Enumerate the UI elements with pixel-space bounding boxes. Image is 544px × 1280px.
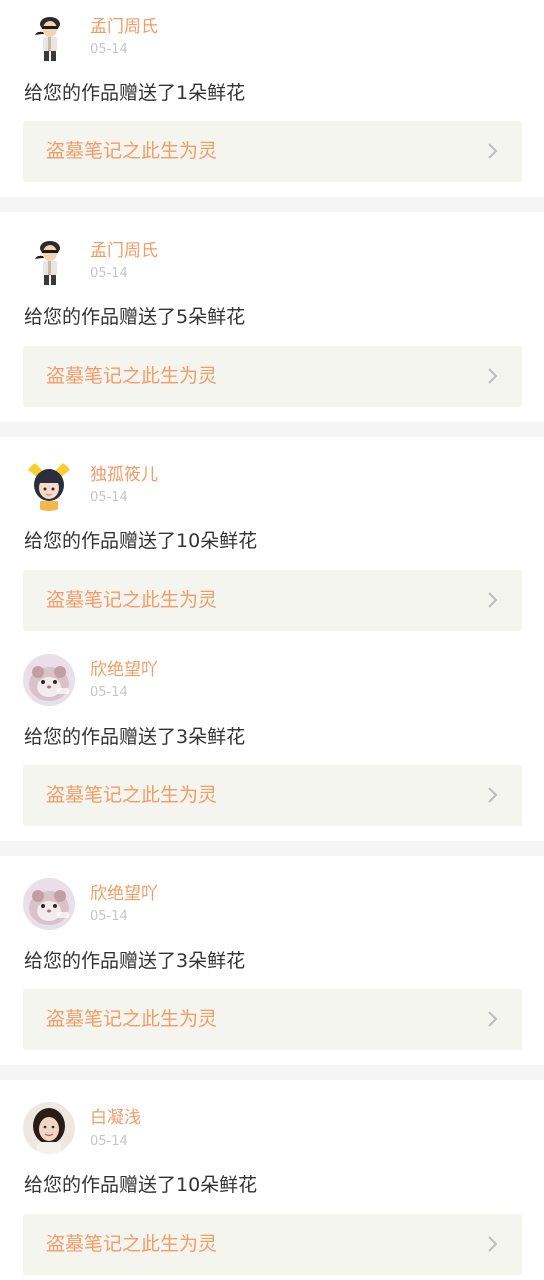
username[interactable]: 欣绝望吖 xyxy=(90,660,158,680)
chevron-right-icon xyxy=(488,1236,498,1252)
notification-item: 白凝浅 05-14 给您的作品赠送了10朵鲜花 盗墓笔记之此生为灵 xyxy=(0,1080,544,1280)
date: 05-14 xyxy=(90,490,128,505)
date: 05-14 xyxy=(90,1134,128,1149)
date: 05-14 xyxy=(90,685,128,700)
username[interactable]: 孟门周氏 xyxy=(90,241,158,261)
notification-item: 欣绝望吖 05-14 给您的作品赠送了3朵鲜花 盗墓笔记之此生为灵 xyxy=(0,856,544,1065)
avatar[interactable] xyxy=(23,235,75,287)
work-title: 盗墓笔记之此生为灵 xyxy=(46,1008,218,1030)
notification-feed: 孟门周氏 05-14 给您的作品赠送了1朵鲜花 盗墓笔记之此生为灵 孟门周氏 0… xyxy=(0,0,544,1280)
username[interactable]: 欣绝望吖 xyxy=(90,884,158,904)
date: 05-14 xyxy=(90,909,128,924)
notification-item: 孟门周氏 05-14 给您的作品赠送了5朵鲜花 盗墓笔记之此生为灵 xyxy=(0,212,544,422)
work-link-card[interactable]: 盗墓笔记之此生为灵 xyxy=(23,121,522,182)
date: 05-14 xyxy=(90,42,128,57)
cartoon-man-avatar-icon xyxy=(23,11,75,63)
avatar[interactable] xyxy=(23,11,75,63)
notification-item: 孟门周氏 05-14 给您的作品赠送了1朵鲜花 盗墓笔记之此生为灵 xyxy=(0,0,544,197)
avatar[interactable] xyxy=(23,459,75,511)
username[interactable]: 孟门周氏 xyxy=(90,17,158,37)
gift-message: 给您的作品赠送了10朵鲜花 xyxy=(24,1174,258,1196)
cartoon-girl-avatar-icon xyxy=(23,459,75,511)
work-title: 盗墓笔记之此生为灵 xyxy=(46,1233,218,1255)
work-link-card[interactable]: 盗墓笔记之此生为灵 xyxy=(23,765,522,826)
gift-message: 给您的作品赠送了10朵鲜花 xyxy=(24,530,258,552)
hamster-avatar-icon xyxy=(23,878,75,930)
work-link-card[interactable]: 盗墓笔记之此生为灵 xyxy=(23,1214,522,1275)
avatar[interactable] xyxy=(23,1102,75,1154)
work-link-card[interactable]: 盗墓笔记之此生为灵 xyxy=(23,346,522,407)
work-title: 盗墓笔记之此生为灵 xyxy=(46,589,218,611)
work-link-card[interactable]: 盗墓笔记之此生为灵 xyxy=(23,570,522,631)
woman-photo-avatar-icon xyxy=(23,1102,75,1154)
avatar[interactable] xyxy=(23,654,75,706)
notification-item: 欣绝望吖 05-14 给您的作品赠送了3朵鲜花 盗墓笔记之此生为灵 xyxy=(0,641,544,841)
chevron-right-icon xyxy=(488,368,498,384)
work-title: 盗墓笔记之此生为灵 xyxy=(46,140,218,162)
chevron-right-icon xyxy=(488,592,498,608)
username[interactable]: 白凝浅 xyxy=(90,1108,141,1128)
chevron-right-icon xyxy=(488,787,498,803)
gift-message: 给您的作品赠送了3朵鲜花 xyxy=(24,950,246,972)
chevron-right-icon xyxy=(488,1011,498,1027)
cartoon-man-avatar-icon xyxy=(23,235,75,287)
work-title: 盗墓笔记之此生为灵 xyxy=(46,365,218,387)
avatar[interactable] xyxy=(23,878,75,930)
chevron-right-icon xyxy=(488,143,498,159)
gift-message: 给您的作品赠送了1朵鲜花 xyxy=(24,82,246,104)
username[interactable]: 独孤筱儿 xyxy=(90,465,158,485)
date: 05-14 xyxy=(90,266,128,281)
notification-item: 独孤筱儿 05-14 给您的作品赠送了10朵鲜花 盗墓笔记之此生为灵 xyxy=(0,437,544,641)
work-link-card[interactable]: 盗墓笔记之此生为灵 xyxy=(23,989,522,1050)
gift-message: 给您的作品赠送了3朵鲜花 xyxy=(24,726,246,748)
gift-message: 给您的作品赠送了5朵鲜花 xyxy=(24,306,246,328)
work-title: 盗墓笔记之此生为灵 xyxy=(46,784,218,806)
hamster-avatar-icon xyxy=(23,654,75,706)
